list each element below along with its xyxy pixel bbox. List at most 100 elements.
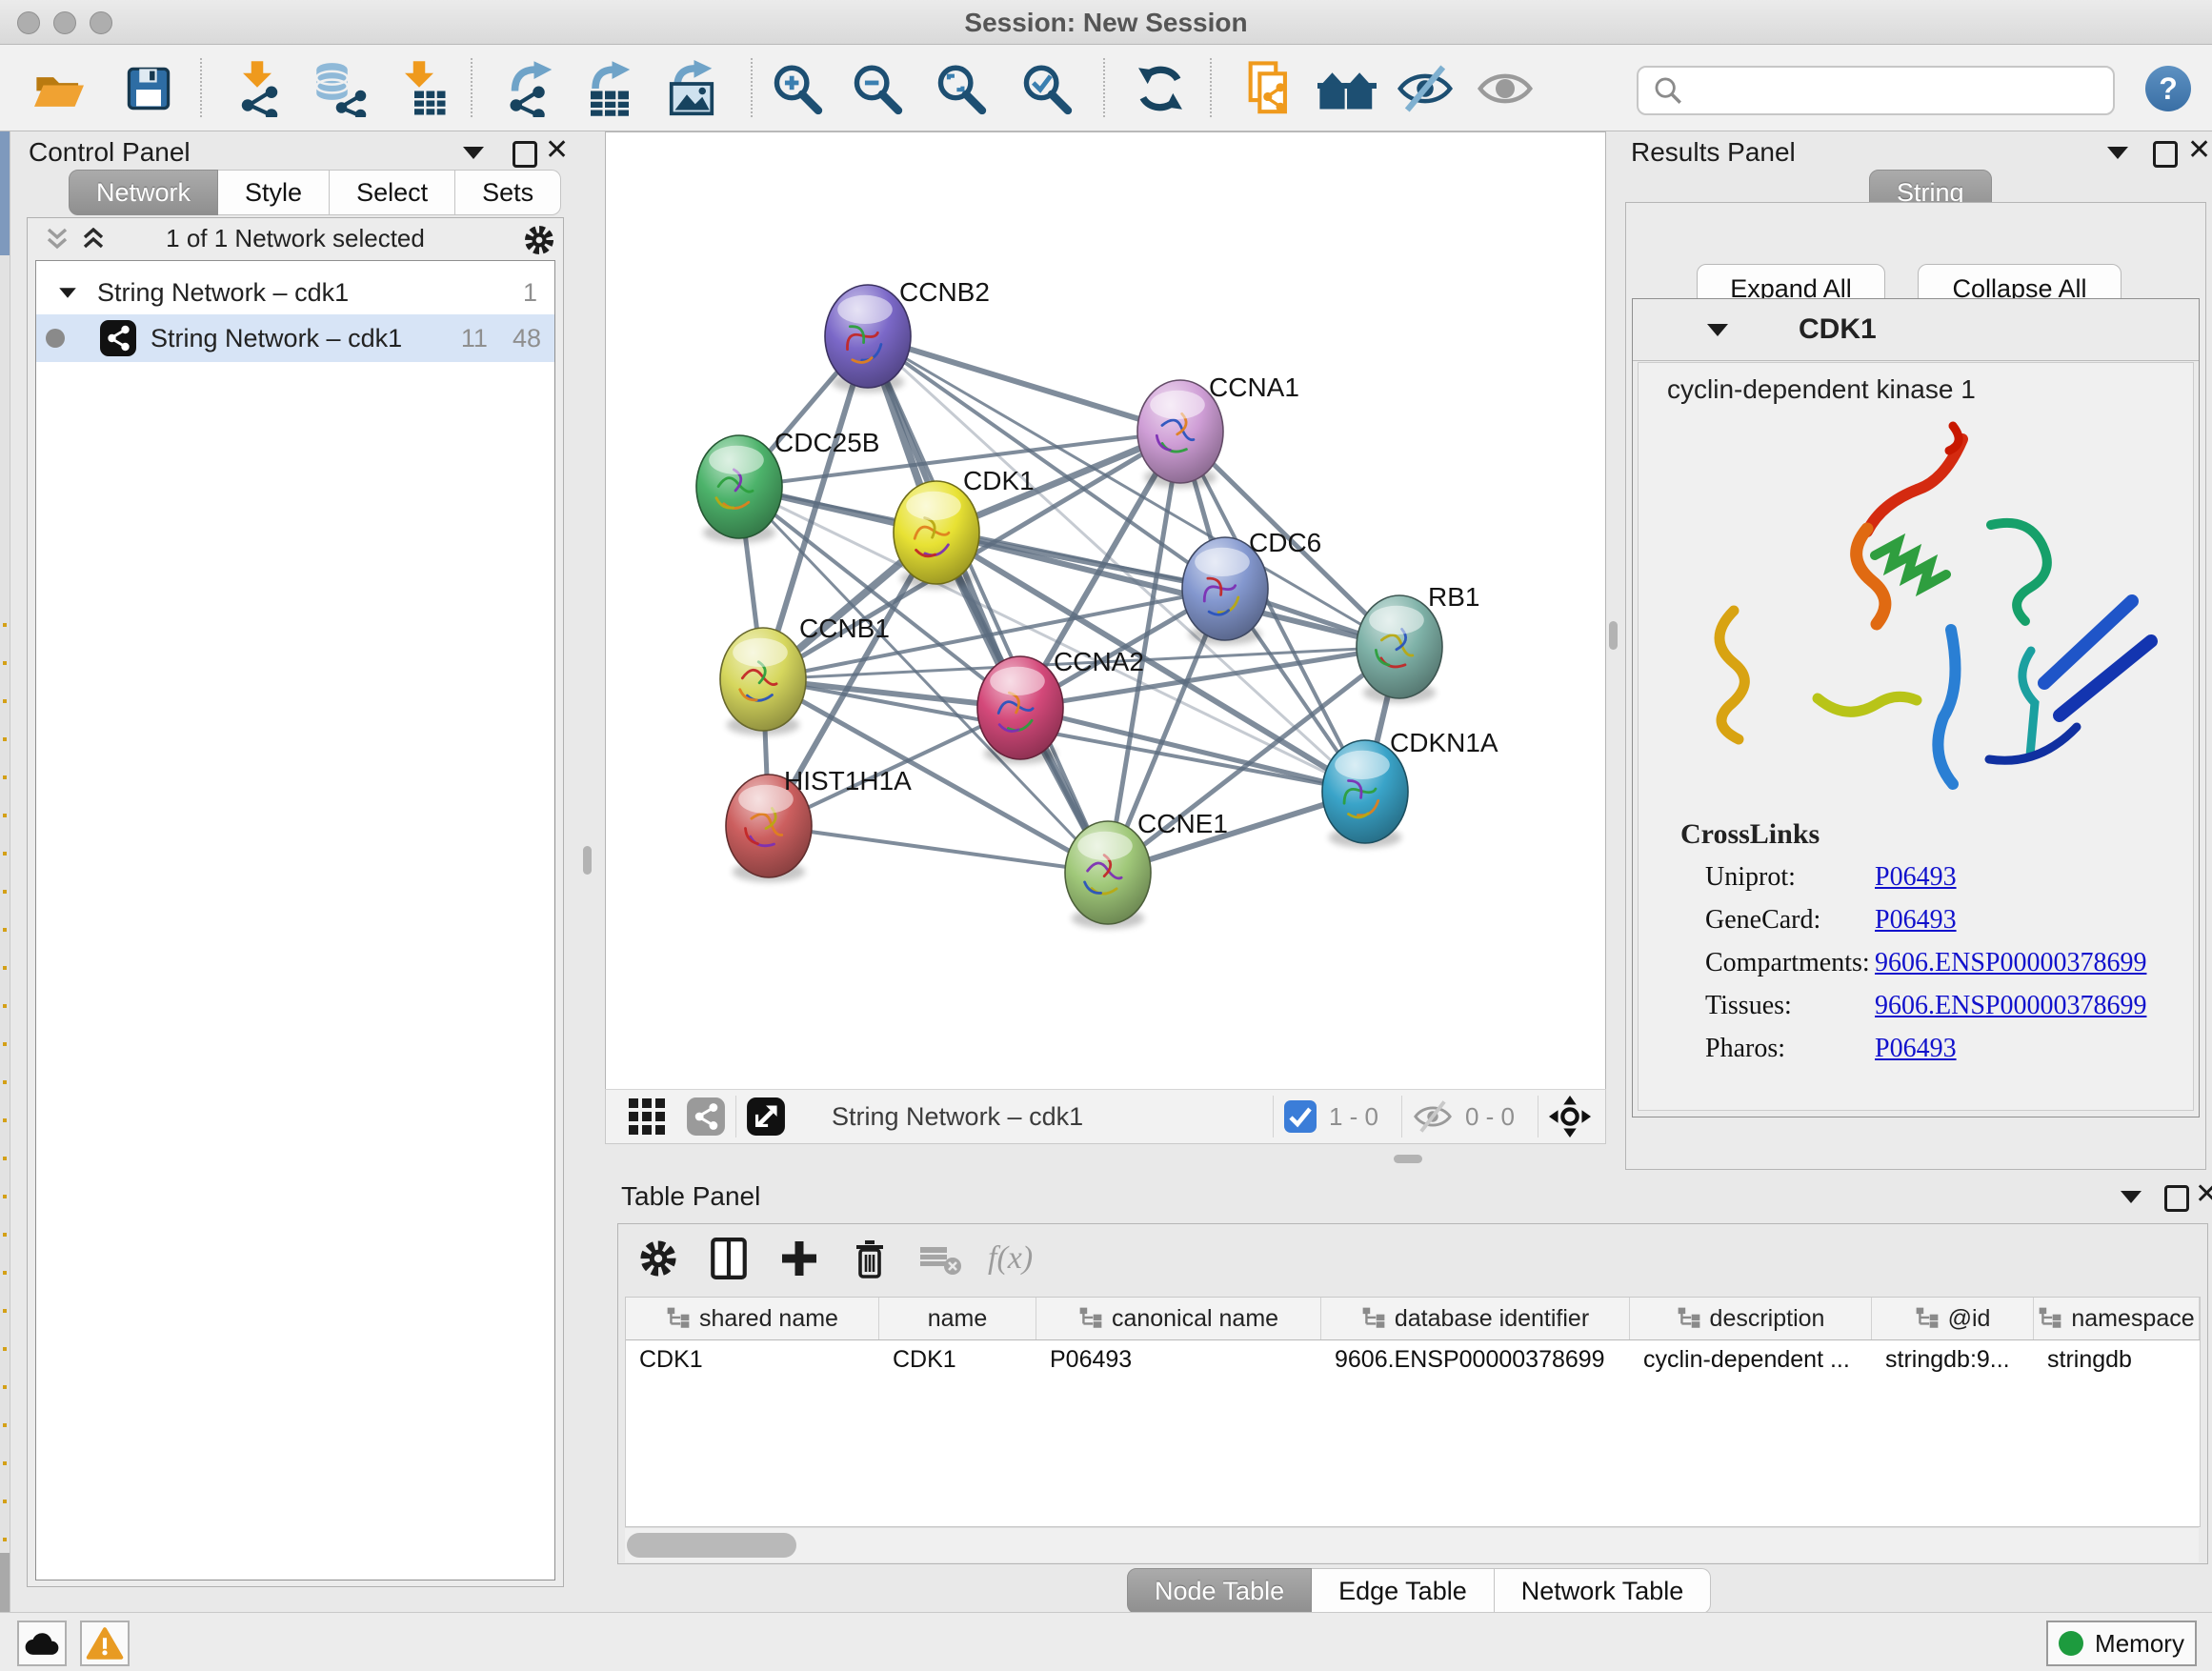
column-tree-icon [1677,1306,1701,1331]
table-panel-menu-caret[interactable] [2121,1191,2142,1203]
network-name: String Network – cdk1 [151,324,402,353]
export-image-button[interactable] [657,54,726,123]
table-body: CDK1CDK1P064939606.ENSP00000378699cyclin… [626,1340,2200,1379]
scrollbar-thumb[interactable] [627,1533,796,1558]
network-canvas[interactable]: CCNB2CCNA1CDC25BCDK1CDC6RB1CCNB1CCNA2CDK… [605,131,1606,1090]
gene-collapse-caret[interactable] [1707,324,1728,336]
control-panel-menu-caret[interactable] [463,147,484,159]
results-panel-title: Results Panel [1631,137,1796,168]
hide-selected-button[interactable] [1391,54,1459,123]
zoom-in-button[interactable] [762,54,831,123]
tab-node-table[interactable]: Node Table [1127,1568,1312,1614]
tab-edge-table[interactable]: Edge Table [1312,1568,1495,1614]
show-columns-icon[interactable] [706,1236,752,1281]
column-header-description[interactable]: description [1630,1298,1872,1339]
table-cell: stringdb [2034,1340,2200,1379]
open-in-new-window-icon[interactable] [746,1097,786,1137]
node-table: shared name name canonical name database id… [625,1297,2201,1527]
tab-style[interactable]: Style [218,170,330,215]
export-table-button[interactable] [575,54,644,123]
node-label-RB1: RB1 [1428,582,1479,612]
zoom-out-button[interactable] [842,54,911,123]
crosslink-link[interactable]: P06493 [1875,862,1957,893]
node-label-CDKN1A: CDKN1A [1390,728,1498,757]
table-panel-close-icon[interactable]: ✕ [2195,1182,2212,1207]
crosslink-link[interactable]: P06493 [1875,1034,1957,1064]
results-panel-close-icon[interactable]: ✕ [2187,138,2211,163]
tab-select[interactable]: Select [330,170,455,215]
crosslink-label: Pharos: [1705,1034,1875,1064]
warning-button[interactable] [80,1621,130,1666]
table-row[interactable]: CDK1CDK1P064939606.ENSP00000378699cyclin… [626,1340,2200,1379]
save-session-button[interactable] [114,54,183,123]
network-row-selected[interactable]: String Network – cdk1 11 48 [36,314,554,362]
fit-selection-crosshair-icon[interactable] [1548,1095,1592,1138]
toolbar-separator [200,58,202,117]
memory-button[interactable]: Memory [2046,1621,2197,1666]
import-table-button[interactable] [385,54,453,123]
grid-view-icon[interactable] [627,1097,667,1137]
column-label: canonical name [1112,1305,1278,1333]
refresh-button[interactable] [1126,54,1195,123]
column-header-id[interactable]: @id [1872,1298,2034,1339]
create-column-plus-icon[interactable] [776,1236,822,1281]
hidden-eye-slash-icon[interactable] [1412,1098,1454,1135]
window-left-edge [0,131,10,1612]
table-panel-float-icon[interactable] [2164,1185,2189,1212]
warning-icon [86,1626,124,1661]
control-panel-close-icon[interactable]: ✕ [545,138,569,163]
share-network-icon[interactable] [686,1097,726,1137]
tab-network[interactable]: Network [69,170,218,215]
crosslink-row-compartments: Compartments:9606.ENSP00000378699 [1705,948,2182,978]
network-badge-icon [99,319,137,357]
network-collection-row[interactable]: String Network – cdk1 1 [36,269,554,316]
bottom-splitter-grip[interactable] [1394,1155,1422,1163]
cloud-button[interactable] [17,1621,67,1666]
delete-column-trash-icon[interactable] [847,1236,893,1281]
search-input[interactable] [1692,70,2113,111]
column-header-shared-name[interactable]: shared name [626,1298,879,1339]
crosslink-link[interactable]: P06493 [1875,905,1957,936]
collection-caret-icon[interactable] [59,288,76,297]
edge-CCNA2-CDKN1A[interactable] [1020,708,1365,792]
export-network-button[interactable] [497,54,566,123]
tab-network-table[interactable]: Network Table [1495,1568,1712,1614]
zoom-selected-button[interactable] [1012,54,1080,123]
crosslink-link[interactable]: 9606.ENSP00000378699 [1875,948,2146,978]
fit-content-button[interactable] [926,54,995,123]
edge-CCNB2-CCNA1[interactable] [868,336,1180,432]
column-label: shared name [699,1305,838,1333]
column-tree-icon [1078,1306,1103,1331]
right-splitter-grip[interactable] [1609,621,1618,650]
title-bar: Session: New Session [0,0,2212,45]
crosslink-link[interactable]: 9606.ENSP00000378699 [1875,991,2146,1021]
database-import-icon [311,60,368,117]
open-file-button[interactable] [25,54,93,123]
search-field[interactable] [1637,66,2115,115]
import-network-database-button[interactable] [305,54,373,123]
column-header-database-identifier[interactable]: database identifier [1321,1298,1630,1339]
open-folder-icon [31,64,87,113]
control-panel-float-icon[interactable] [513,141,537,168]
column-tree-icon [1915,1306,1940,1331]
import-network-button[interactable] [223,54,292,123]
edge-HIST1H1A-CCNE1[interactable] [769,826,1108,873]
left-splitter-grip[interactable] [583,846,592,875]
column-header-namespace[interactable]: namespace [2034,1298,2200,1339]
results-panel-float-icon[interactable] [2153,141,2178,168]
column-header-canonical-name[interactable]: canonical name [1036,1298,1321,1339]
tab-sets[interactable]: Sets [455,170,561,215]
duplicate-network-button[interactable] [1235,54,1303,123]
gene-section-header[interactable]: CDK1 [1633,299,2199,361]
delete-table-icon-disabled [917,1236,963,1281]
first-neighbors-button[interactable] [1313,54,1381,123]
results-panel-menu-caret[interactable] [2107,147,2128,159]
table-options-gear-icon[interactable] [635,1236,681,1281]
help-button[interactable]: ? [2145,66,2191,111]
network-options-gear-icon[interactable] [523,224,555,256]
selected-checkbox-icon[interactable] [1283,1099,1317,1134]
zoom-out-icon [849,61,904,116]
show-all-button[interactable] [1471,54,1539,123]
horizontal-scrollbar[interactable] [625,1527,2199,1562]
column-header-name[interactable]: name [879,1298,1036,1339]
